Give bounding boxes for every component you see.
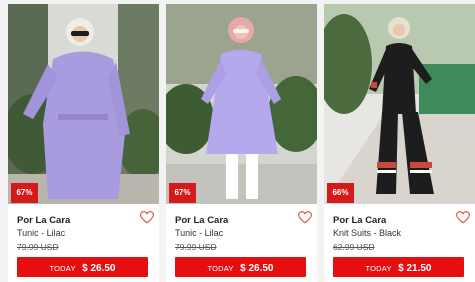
discount-badge: 67%: [169, 183, 196, 203]
today-price-button[interactable]: TODAY $ 26.50: [175, 257, 306, 277]
current-price: $ 26.50: [240, 263, 274, 274]
product-card-tunic-lilac-2[interactable]: 67% Por La Cara Tunic - Lilac 79.99 USD …: [166, 4, 317, 282]
heart-outline-icon[interactable]: [140, 211, 154, 224]
today-price-button[interactable]: TODAY $ 26.50: [17, 257, 148, 277]
current-price: $ 21.50: [398, 263, 432, 274]
today-label: TODAY: [207, 264, 234, 273]
product-card-knit-suits-black[interactable]: 66% Por La Cara Knit Suits - Black 62.99…: [324, 4, 475, 282]
discount-badge: 67%: [11, 183, 38, 203]
old-price: 79.99 USD: [175, 242, 217, 252]
product-image[interactable]: [166, 4, 317, 204]
product-brand[interactable]: Por La Cara: [175, 215, 228, 226]
product-image[interactable]: [8, 4, 159, 204]
current-price: $ 26.50: [82, 263, 116, 274]
heart-outline-icon[interactable]: [298, 211, 312, 224]
today-label: TODAY: [49, 264, 76, 273]
product-brand[interactable]: Por La Cara: [17, 215, 70, 226]
product-name[interactable]: Knit Suits - Black: [333, 228, 401, 238]
product-card-tunic-lilac-1[interactable]: 67% Por La Cara Tunic - Lilac 79.99 USD …: [8, 4, 159, 282]
today-price-button[interactable]: TODAY $ 21.50: [333, 257, 464, 277]
today-label: TODAY: [365, 264, 392, 273]
product-name[interactable]: Tunic - Lilac: [175, 228, 223, 238]
product-name[interactable]: Tunic - Lilac: [17, 228, 65, 238]
old-price: 79.99 USD: [17, 242, 59, 252]
discount-badge: 66%: [327, 183, 354, 203]
product-brand[interactable]: Por La Cara: [333, 215, 386, 226]
product-image[interactable]: [324, 4, 475, 204]
heart-outline-icon[interactable]: [456, 211, 470, 224]
old-price: 62.99 USD: [333, 242, 375, 252]
